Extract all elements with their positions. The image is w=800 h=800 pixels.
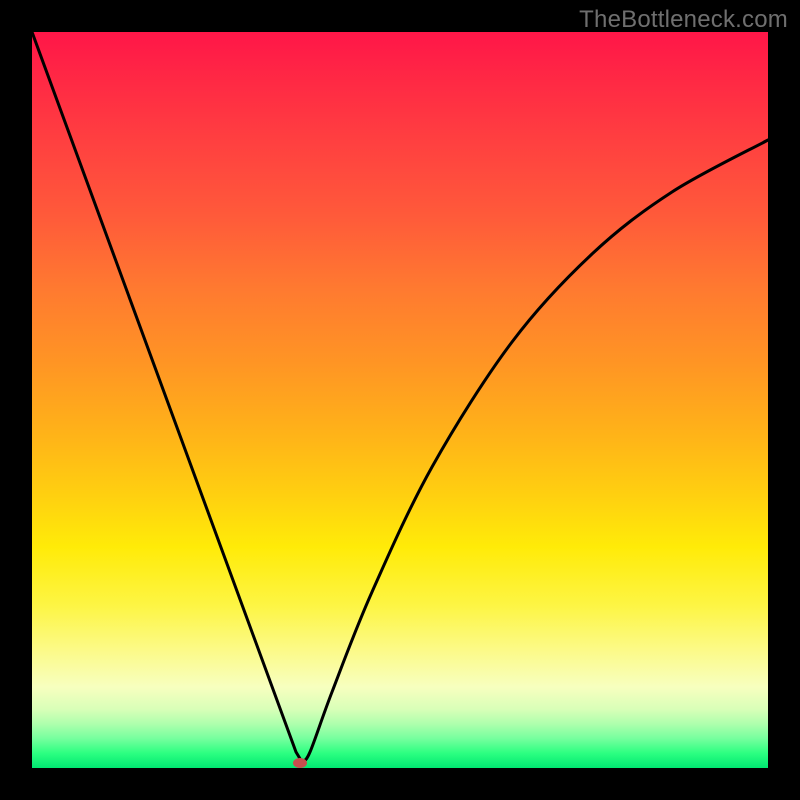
watermark-text: TheBottleneck.com [579, 6, 788, 34]
minimum-marker [293, 758, 307, 768]
bottleneck-curve [32, 32, 768, 762]
chart-container: TheBottleneck.com [0, 0, 800, 800]
plot-area [32, 32, 768, 768]
curve-svg [32, 32, 768, 768]
